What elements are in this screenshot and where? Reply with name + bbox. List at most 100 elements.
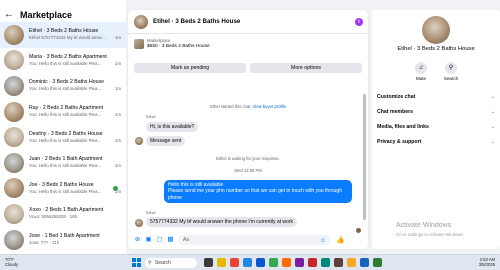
system-clock[interactable]: 2:53 AM 3/5/2025 <box>479 257 495 267</box>
listing-thumbnail <box>4 24 24 45</box>
message-input[interactable]: Aa ☺ <box>178 234 330 246</box>
sidebar-title: Marketplace <box>20 9 73 20</box>
search-button[interactable]: ⚲ Search <box>436 62 466 81</box>
chrome-icon[interactable] <box>230 258 239 267</box>
conversation-sidebar: ← Marketplace Etihel · 3 Beds 2 Baths Ho… <box>0 0 126 254</box>
conversation-item[interactable]: Xoxo · 2 Beds 1 Bath Apartment Xoxo: 505… <box>0 201 126 227</box>
conversation-preview: Etihel 5757774332 My bf would answer t..… <box>29 35 107 41</box>
listing-thumbnail <box>4 229 24 250</box>
conversation-name: Ray · 2 Beds 2 Baths Apartment <box>29 105 104 112</box>
task-view-icon[interactable] <box>204 258 213 267</box>
conversation-preview: Xoxo: 5055255208 · 18h <box>29 214 78 220</box>
file-explorer-icon[interactable] <box>217 258 226 267</box>
sender-name: Etihel <box>146 211 156 215</box>
chat-title[interactable]: Etihel · 3 Beds 2 Baths House <box>153 18 240 25</box>
conversation-item[interactable]: Desitny · 3 Beds 2 Baths House You: Hell… <box>0 124 126 150</box>
plus-circle-icon[interactable]: ⊕ <box>134 236 141 243</box>
mark-as-pending-button[interactable]: Mark as pending <box>134 63 246 73</box>
chat-members-section[interactable]: Chat members ⌄ <box>377 109 495 115</box>
conversation-preview: You: Hello this is still available Plea.… <box>29 60 102 66</box>
conversation-name: Juan · 2 Beds 1 Bath Apartment <box>29 156 103 163</box>
listing-thumbnail <box>4 152 24 173</box>
mute-button[interactable]: ♫ Mute <box>406 62 436 81</box>
incoming-message: Hi, is this available? <box>146 122 199 132</box>
conversation-preview: You: Hello this is still available Plea.… <box>29 86 102 92</box>
sender-name: Etihel <box>146 115 156 119</box>
app-icon[interactable] <box>360 258 369 267</box>
thumbs-up-icon[interactable]: 👍 <box>336 236 345 244</box>
emoji-icon[interactable]: ☺ <box>320 236 326 246</box>
message-thread: Ethel started this chat. View buyer prof… <box>128 80 368 233</box>
image-icon[interactable]: ▣ <box>145 236 152 243</box>
customize-chat-section[interactable]: Customize chat ⌄ <box>377 94 495 100</box>
conversation-item[interactable]: Jose · 1 Bed 1 Bath Apartment Jose: ??? … <box>0 227 126 253</box>
chevron-down-icon: ⌄ <box>490 139 495 145</box>
info-icon[interactable]: i <box>355 18 363 26</box>
conversation-item[interactable]: Ray · 2 Beds 2 Baths Apartment You: Hell… <box>0 99 126 125</box>
avatar[interactable] <box>134 14 148 29</box>
conversation-time: 1m <box>114 137 121 143</box>
chevron-down-icon: ⌄ <box>490 109 495 115</box>
chat-panel: Etihel · 3 Beds 2 Baths House i Marketpl… <box>128 10 368 249</box>
conversation-time: 1m <box>114 60 121 66</box>
arrow-left-icon[interactable]: ← <box>4 9 14 20</box>
taskbar: 70°F Cloudy ⚲ Search 2:53 AM 3/5/2025 <box>0 254 500 270</box>
app-icon[interactable] <box>321 258 330 267</box>
conversation-item[interactable]: Etihel · 3 Beds 2 Baths House Etihel 575… <box>0 22 126 48</box>
conversation-item[interactable]: Joe · 3 Beds 2 Baths House You: Hello th… <box>0 176 126 202</box>
store-icon[interactable] <box>256 258 265 267</box>
windows-start-icon[interactable] <box>132 258 141 267</box>
app-icon[interactable] <box>308 258 317 267</box>
message-composer: ⊕ ▣ ▢ ▩ Aa ☺ 👍 <box>128 230 368 249</box>
listing-thumbnail[interactable] <box>134 39 144 49</box>
chat-scrollbar[interactable] <box>363 94 366 220</box>
gif-icon[interactable]: ▩ <box>167 236 174 243</box>
avatar <box>135 137 143 145</box>
more-options-button[interactable]: More options <box>250 63 362 73</box>
conversation-item[interactable]: Maria · 3 Beds 2 Baths Apartment You: He… <box>0 48 126 74</box>
listing-thumbnail <box>4 50 24 71</box>
conversation-time: 1m <box>114 112 121 118</box>
conversation-name: Joe · 3 Beds 2 Baths House <box>29 181 94 188</box>
conversation-preview: You: Hello this is still available Plea.… <box>29 137 102 143</box>
online-status-dot <box>113 185 118 191</box>
listing-source: Marketplace <box>147 38 171 43</box>
taskbar-apps <box>204 258 382 267</box>
app-icon[interactable] <box>282 258 291 267</box>
chevron-down-icon: ⌄ <box>490 94 495 100</box>
sidebar-header: ← Marketplace <box>4 9 72 20</box>
listing-thumbnail <box>4 101 24 122</box>
conversation-item[interactable]: Juan · 2 Beds 1 Bath Apartment You: Hell… <box>0 150 126 176</box>
listing-price-title[interactable]: $650 · 3 Beds 2 Baths House <box>147 44 210 49</box>
conversation-item[interactable]: Dominic · 3 Beds 2 Baths House You: Hell… <box>0 73 126 99</box>
conversation-name: Etihel · 3 Beds 2 Baths House <box>29 28 99 35</box>
conversation-time: 1m <box>114 86 121 92</box>
listing-thumbnail <box>4 75 24 96</box>
avatar[interactable] <box>422 16 450 44</box>
activate-windows-watermark: Activate Windows <box>396 222 452 229</box>
conversation-preview: You: Hello this is still available Plea.… <box>29 163 102 169</box>
edge-icon[interactable] <box>243 258 252 267</box>
weather-widget[interactable]: 70°F Cloudy <box>5 257 18 267</box>
conversation-name: Desitny · 3 Beds 2 Baths House <box>29 130 103 137</box>
incoming-message: 5757774332 My bf would answer the phone … <box>146 217 297 227</box>
conversation-name: Maria · 3 Beds 2 Baths Apartment <box>29 53 107 60</box>
listing-thumbnail <box>4 203 24 224</box>
app-icon[interactable] <box>373 258 382 267</box>
incoming-message: Message sent <box>146 136 186 146</box>
app-icon[interactable] <box>334 258 343 267</box>
conversation-preview: You: Hello this is still available Plea.… <box>29 188 102 194</box>
taskbar-search[interactable]: ⚲ Search <box>145 257 197 268</box>
media-files-links-section[interactable]: Media, files and links ⌄ <box>377 124 495 130</box>
privacy-support-section[interactable]: Privacy & support ⌄ <box>377 139 495 145</box>
app-icon[interactable] <box>269 258 278 267</box>
app-icon[interactable] <box>347 258 356 267</box>
activate-windows-subtitle: Go to Settings to activate Windows. <box>396 232 464 237</box>
app-icon[interactable] <box>295 258 304 267</box>
chevron-down-icon: ⌄ <box>490 124 495 130</box>
view-buyer-profile-link[interactable]: View buyer profile <box>253 104 286 109</box>
avatar <box>135 219 143 227</box>
sticker-icon[interactable]: ▢ <box>156 236 163 243</box>
conversation-name: Xoxo · 2 Beds 1 Bath Apartment <box>29 207 104 214</box>
chat-details-panel: Etihel · 3 Beds 2 Baths House ♫ Mute ⚲ S… <box>372 10 500 249</box>
